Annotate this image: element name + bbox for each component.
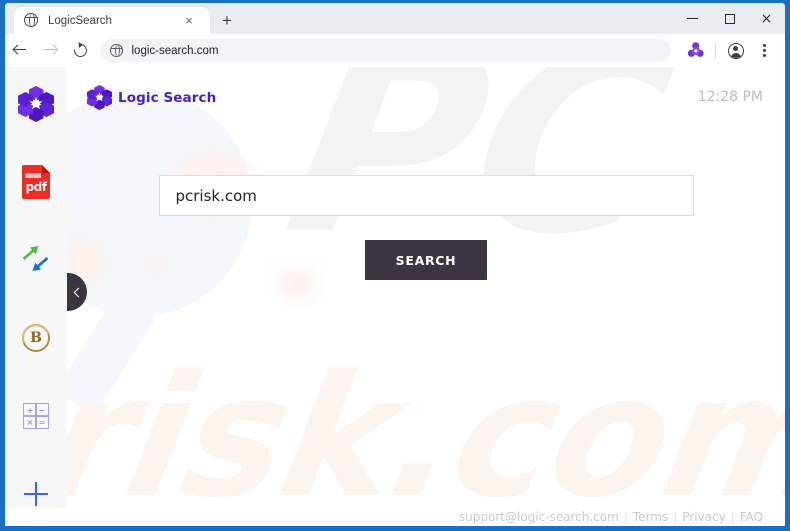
page-content: Logic Search 12:28 PM SEARCH [67,67,785,508]
sidebar-item-calculator[interactable]: + − × = [5,385,67,447]
tab-strip: LogicSearch × + × [5,3,785,34]
logic-search-hex-logo-icon [87,85,112,110]
footer-separator: | [623,510,628,524]
reload-icon [70,41,90,60]
hex-cube-logo-icon [18,86,54,122]
sidebar-item-converter[interactable] [5,229,67,291]
three-dot-menu-icon[interactable] [757,43,771,59]
address-bar-url: logic-search.com [131,44,219,57]
tab-favicon-globe-icon [24,13,39,28]
footer-link-privacy[interactable]: Privacy [682,510,725,524]
footer-separator: | [730,510,735,524]
maximize-button[interactable] [711,3,748,34]
page-footer: support@logic-search.com | Terms | Priva… [67,508,785,526]
convert-arrows-icon [20,245,52,275]
footer-link-terms[interactable]: Terms [633,510,668,524]
forward-button[interactable] [35,36,65,66]
close-icon: × [760,10,773,27]
brand-name: Logic Search [118,89,217,106]
sidebar-item-bitcoin[interactable]: B [5,307,67,369]
search-area: SEARCH [67,175,785,280]
back-arrow-icon [13,44,27,57]
site-brand: Logic Search [87,85,216,110]
pdf-icon-label: pdf [25,180,47,194]
minimize-button[interactable] [674,3,711,34]
new-tab-button[interactable]: + [218,12,236,30]
extension-puzzle-icon[interactable] [687,41,704,58]
page-viewport: PC risk.com Logic Search 12:28 PM SEARCH [5,67,785,526]
browser-toolbar: logic-search.com [5,34,785,68]
footer-separator: | [673,510,678,524]
profile-avatar-icon[interactable] [728,42,744,59]
tab-title: LogicSearch [48,14,112,27]
window-controls: × [674,3,785,34]
sidebar-item-add[interactable] [5,463,67,525]
close-window-button[interactable]: × [748,3,785,34]
sidebar-item-pdf[interactable]: pdf [5,151,67,213]
tab-close-icon[interactable]: × [182,13,196,28]
pdf-file-icon: pdf [22,165,50,199]
search-input[interactable] [158,175,694,216]
address-bar[interactable]: logic-search.com [100,39,671,62]
footer-support-email[interactable]: support@logic-search.com [459,510,619,524]
browser-window: LogicSearch × + × logic-search.com risk.… [0,0,790,531]
calc-key-equals: = [35,415,49,429]
browser-tab-logicsearch[interactable]: LogicSearch × [14,7,210,34]
bitcoin-coin-icon: B [17,319,55,357]
plus-icon [24,482,48,506]
footer-link-faq[interactable]: FAQ [740,510,763,524]
toolbar-right-actions [679,41,785,59]
window-frame: LogicSearch × + × logic-search.com risk.… [0,0,790,531]
toolbar-divider [715,42,716,59]
site-globe-icon [110,44,123,57]
sidebar-item-logic-search-logo[interactable] [5,73,67,135]
forward-arrow-icon [43,44,57,57]
calculator-grid-icon: + − × = [23,403,49,429]
tool-sidebar: pdf B + − × = [5,67,67,508]
reload-button[interactable] [65,36,95,66]
chevron-left-icon [73,287,84,297]
search-button[interactable]: SEARCH [365,240,487,280]
title-bar: LogicSearch × + × [5,3,785,34]
back-button[interactable] [5,36,35,66]
clock-display: 12:28 PM [697,89,763,105]
